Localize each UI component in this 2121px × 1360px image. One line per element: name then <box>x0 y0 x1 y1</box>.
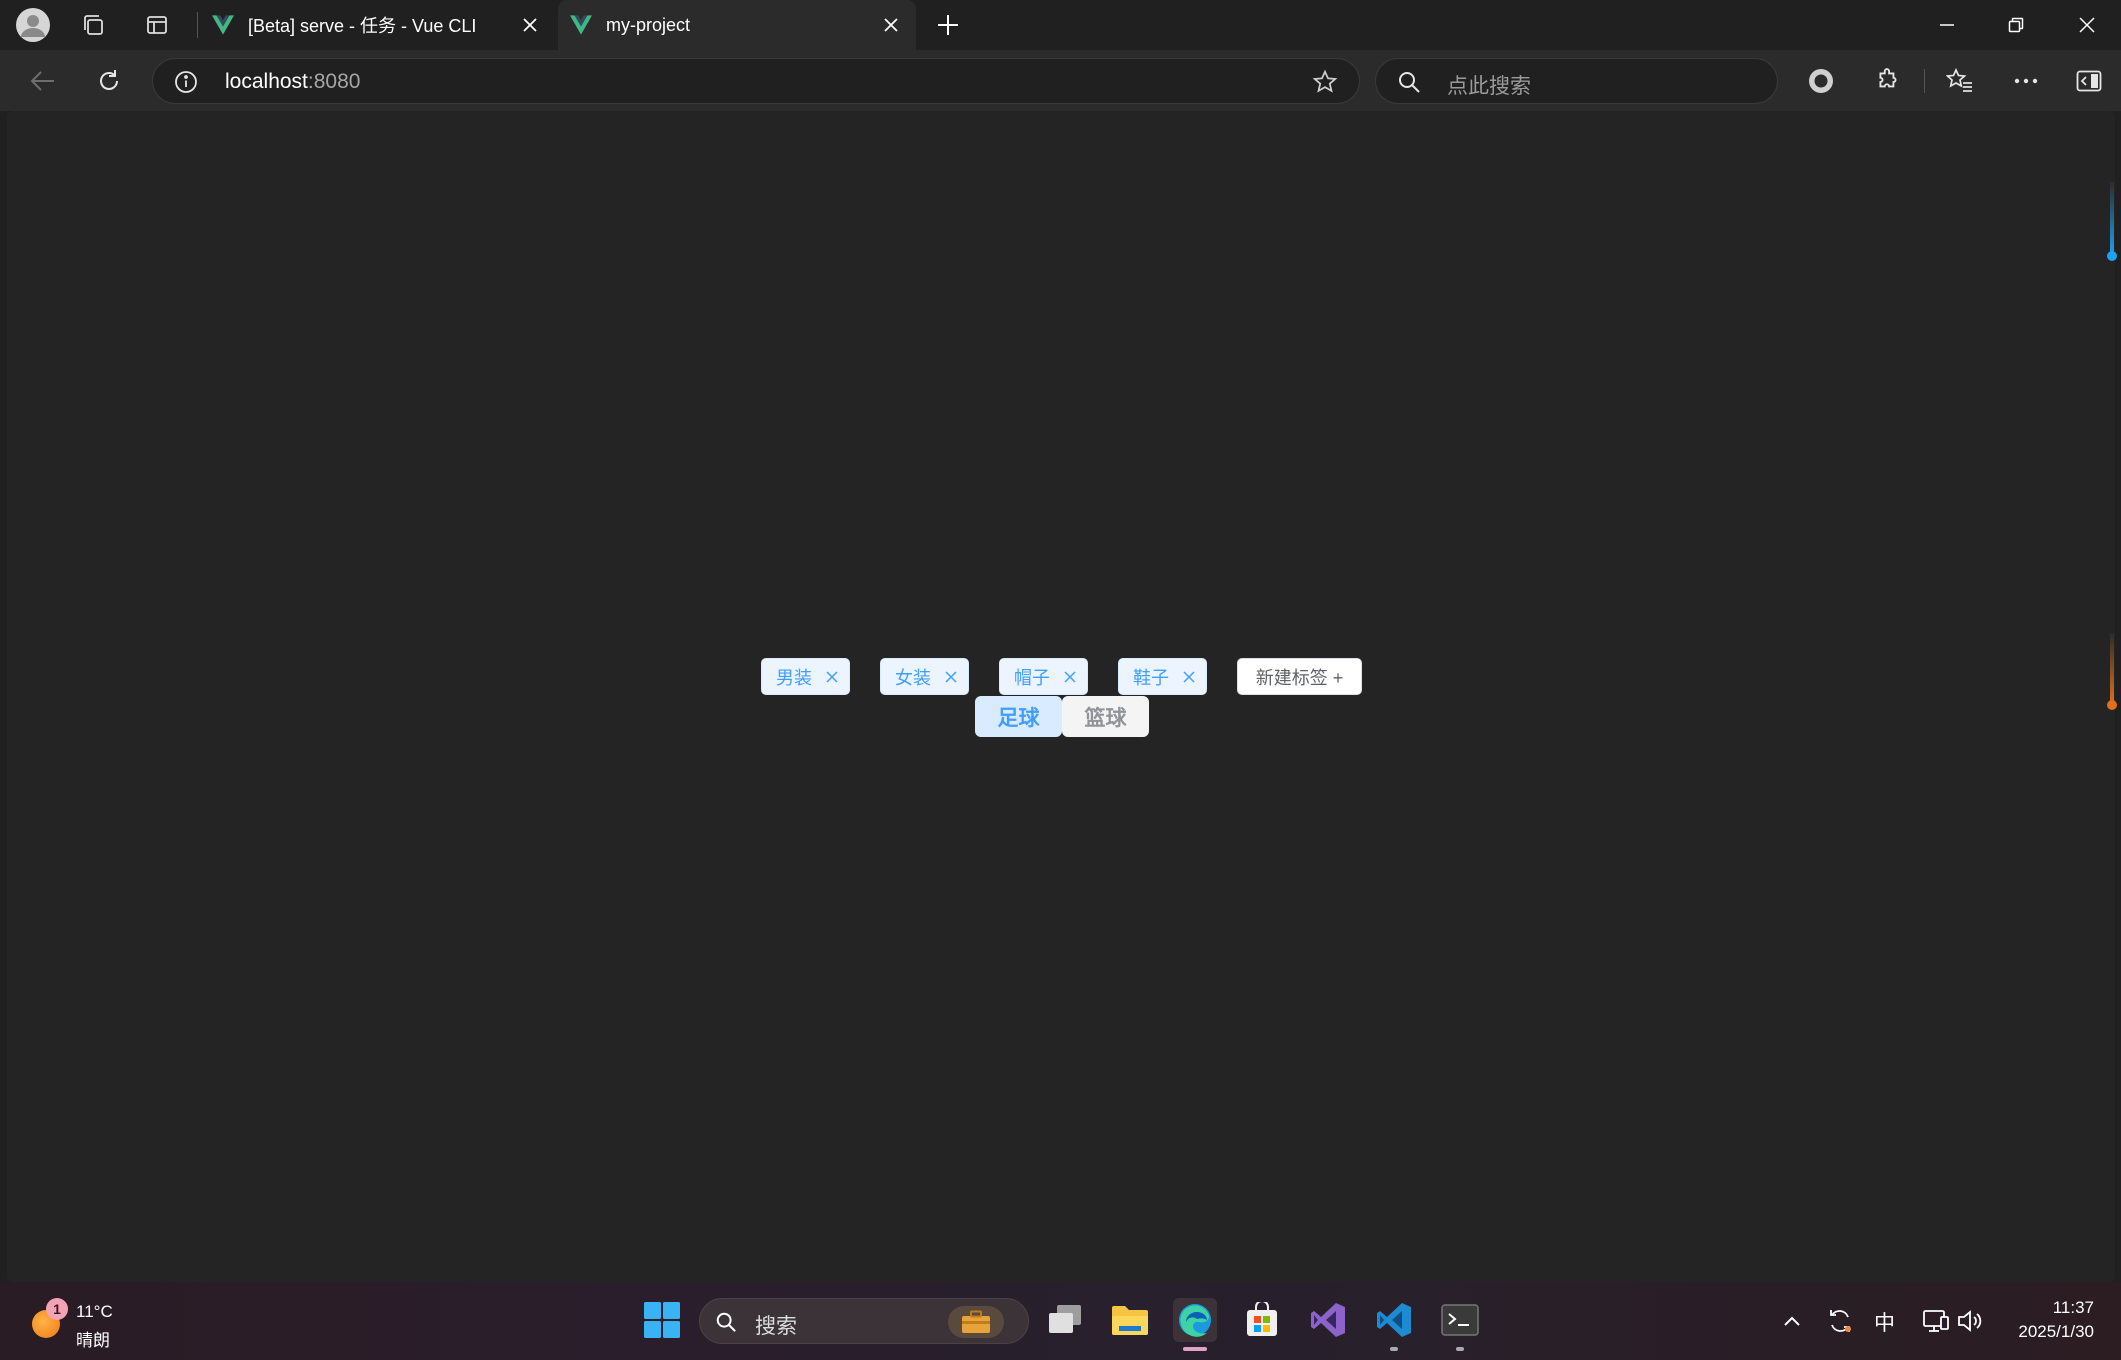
terminal-running-indicator <box>1456 1347 1464 1351</box>
tag-label: 鞋子 <box>1133 667 1169 688</box>
tag-close-icon[interactable] <box>942 668 960 686</box>
weather-condition: 晴朗 <box>76 1331 110 1350</box>
tag-label: 女装 <box>895 667 931 688</box>
file-explorer-icon[interactable] <box>1108 1298 1152 1342</box>
tab-vue-cli[interactable]: [Beta] serve - 任务 - Vue CLI <box>200 0 555 50</box>
workspaces-icon[interactable] <box>78 11 108 39</box>
tag-shoes[interactable]: 鞋子 <box>1118 658 1207 695</box>
weather-temp: 11°C <box>76 1302 113 1321</box>
close-tab-icon[interactable] <box>519 14 541 36</box>
close-tab-icon[interactable] <box>880 14 902 36</box>
new-tab-icon[interactable] <box>933 11 963 39</box>
favorites-icon[interactable] <box>1944 65 1976 97</box>
tab-actions-icon[interactable] <box>143 11 171 39</box>
tag-menswear[interactable]: 男装 <box>761 658 850 695</box>
toolbar-divider <box>1924 69 1925 93</box>
restore-icon[interactable] <box>1999 11 2033 39</box>
close-window-icon[interactable] <box>2070 11 2104 39</box>
url-text[interactable]: localhost:8080 <box>225 70 360 94</box>
sidebar-toggle-icon[interactable] <box>2074 65 2104 97</box>
address-bar[interactable]: localhost:8080 <box>152 58 1360 104</box>
scroll-indicator-blue <box>2110 182 2114 256</box>
scroll-indicator-orange <box>2110 633 2114 705</box>
tab-divider <box>197 12 198 38</box>
site-info-icon[interactable] <box>173 69 199 95</box>
clock-time[interactable]: 11:37 <box>2012 1298 2094 1318</box>
search-icon <box>714 1310 738 1334</box>
tag-close-icon[interactable] <box>823 668 841 686</box>
minimize-icon[interactable] <box>1930 11 1964 39</box>
tag-label: 男装 <box>776 667 812 688</box>
url-port: :8080 <box>307 70 361 93</box>
browser-titlebar: [Beta] serve - 任务 - Vue CLI my-project <box>0 0 2121 50</box>
segment-basketball[interactable]: 篮球 <box>1062 696 1149 737</box>
more-menu-icon[interactable] <box>2011 65 2041 97</box>
tag-womenswear[interactable]: 女装 <box>880 658 969 695</box>
taskbar-search[interactable]: 搜索 <box>699 1298 1029 1344</box>
windows-taskbar: 1 11°C 晴朗 搜索 中 11:37 2025/1/30 <box>0 1282 2121 1360</box>
briefcase-icon <box>948 1306 1004 1338</box>
vue-logo-icon <box>212 15 234 35</box>
search-placeholder: 点此搜索 <box>1447 75 1531 98</box>
edge-icon[interactable] <box>1173 1298 1217 1342</box>
favorite-star-icon[interactable] <box>1310 68 1340 96</box>
tab-title: my-project <box>606 14 691 35</box>
back-icon[interactable] <box>26 65 60 97</box>
edge-active-indicator <box>1183 1347 1207 1351</box>
clock-date[interactable]: 2025/1/30 <box>1992 1322 2094 1342</box>
search-icon <box>1396 69 1422 95</box>
vscode-icon[interactable] <box>1372 1298 1416 1342</box>
extensions-icon[interactable] <box>1873 65 1903 97</box>
sync-icon[interactable] <box>1824 1304 1856 1338</box>
scroll-dot-blue <box>2107 251 2117 261</box>
browser-toolbar: localhost:8080 点此搜索 <box>0 50 2121 111</box>
reload-icon[interactable] <box>92 65 126 97</box>
new-tag-button[interactable]: 新建标签 + <box>1237 658 1362 695</box>
visual-studio-icon[interactable] <box>1306 1298 1350 1342</box>
tag-close-icon[interactable] <box>1061 668 1079 686</box>
segment-football[interactable]: 足球 <box>975 696 1062 737</box>
tag-close-icon[interactable] <box>1180 668 1198 686</box>
terminal-icon[interactable] <box>1438 1298 1482 1342</box>
url-host: localhost <box>225 70 308 93</box>
volume-icon[interactable] <box>1954 1304 1986 1338</box>
network-icon[interactable] <box>1920 1304 1952 1338</box>
profile-avatar[interactable] <box>15 7 51 43</box>
ime-indicator[interactable]: 中 <box>1874 1307 1895 1337</box>
tag-hats[interactable]: 帽子 <box>999 658 1088 695</box>
tab-title: [Beta] serve - 任务 - Vue CLI <box>248 16 477 36</box>
task-view-icon[interactable] <box>1043 1298 1087 1342</box>
vscode-running-indicator <box>1390 1347 1398 1351</box>
tab-my-project[interactable]: my-project <box>558 0 916 50</box>
weather-widget[interactable]: 1 11°C 晴朗 <box>30 1298 120 1350</box>
record-extension-icon[interactable] <box>1806 65 1836 97</box>
page-viewport <box>7 111 2117 1282</box>
notification-badge: 1 <box>46 1298 68 1320</box>
chevron-up-icon[interactable] <box>1779 1306 1805 1336</box>
tag-label: 帽子 <box>1014 667 1050 688</box>
microsoft-store-icon[interactable] <box>1240 1298 1284 1342</box>
taskbar-search-placeholder: 搜索 <box>755 1315 797 1338</box>
start-icon[interactable] <box>640 1298 684 1342</box>
vue-logo-icon <box>570 15 592 35</box>
web-search-box[interactable]: 点此搜索 <box>1375 58 1778 104</box>
scroll-dot-orange <box>2107 700 2117 710</box>
